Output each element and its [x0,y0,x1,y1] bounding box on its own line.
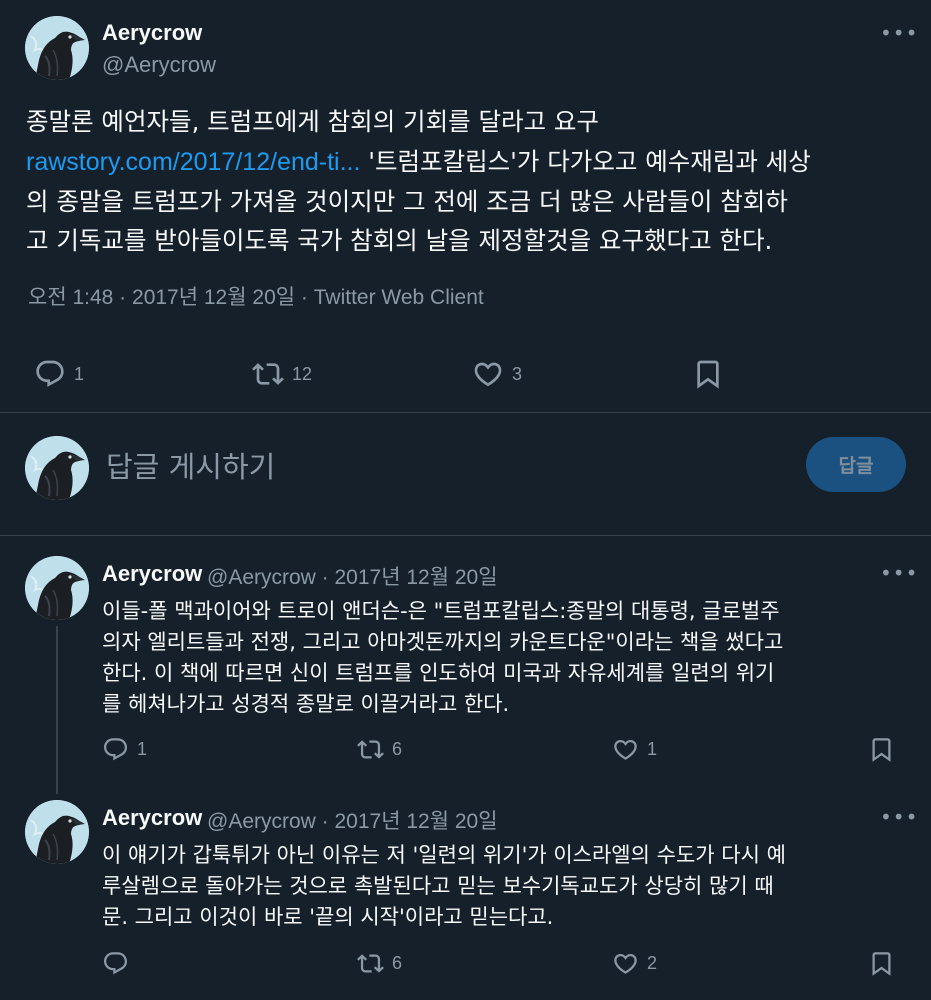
avatar[interactable] [25,800,89,864]
more-icon[interactable]: ••• [880,807,918,827]
reply-icon [102,950,129,977]
reply-icon [34,358,66,390]
reply-text-line: 한다. 이 책에 따르면 신이 트럼프를 인도하여 미국과 자유세계를 일련의 … [102,661,775,685]
bookmark-icon [868,736,895,763]
retweet-button[interactable]: 6 [357,950,402,977]
divider [0,412,931,413]
retweet-icon [252,358,284,390]
tweet-text-line: rawstory.com/2017/12/end-ti... '트럼포칼립스'가… [26,143,811,178]
divider [0,535,931,536]
reply-button[interactable]: 1 [102,736,147,763]
reply-submit-button[interactable]: 답글 [806,437,906,492]
more-icon[interactable]: ••• [880,23,918,43]
avatar[interactable] [25,436,89,500]
like-count: 2 [647,953,658,973]
retweet-count: 12 [292,363,313,384]
retweet-icon [357,736,384,763]
retweet-button[interactable]: 6 [357,736,402,763]
bookmark-button[interactable] [868,950,895,977]
reply-text-line: 이 얘기가 갑툭튀가 아닌 이유는 저 '일련의 위기'가 이스라엘의 수도가 … [102,843,786,867]
tweet-meta[interactable]: 오전 1:48 · 2017년 12월 20일 · Twitter Web Cl… [28,281,484,311]
crow-avatar-icon [25,16,89,80]
tweet-text-segment: '트럼포칼립스'가 다가오고 예수재림과 세상 [360,147,811,176]
reply-button[interactable] [102,950,137,977]
like-button[interactable]: 1 [612,736,657,763]
like-button[interactable]: 2 [612,950,657,977]
reply-count: 1 [137,739,148,759]
retweet-icon [357,950,384,977]
tweet-text-line: 고 기독교를 받아들이도록 국가 참회의 날을 제정할것을 요구했다고 한다. [26,226,773,255]
crow-avatar-icon [25,556,89,620]
author-name[interactable]: Aerycrow [102,20,202,46]
tweet-text-line: 종말론 예언자들, 트럼프에게 참회의 기회를 달라고 요구 [26,107,599,136]
reply-input[interactable]: 답글 게시하기 [106,444,275,486]
avatar[interactable] [25,556,89,620]
bookmark-button[interactable] [692,358,724,390]
bookmark-button[interactable] [868,736,895,763]
article-link[interactable]: rawstory.com/2017/12/end-ti... [26,148,360,176]
like-button[interactable]: 3 [472,358,522,390]
reply-text-line: 문. 그리고 이것이 바로 '끝의 시작'이라고 믿는다고. [102,905,554,929]
reply-count: 1 [74,363,85,384]
author-name[interactable]: Aerycrow [102,805,202,831]
handle-date[interactable]: @Aerycrow · 2017년 12월 20일 [207,561,498,591]
more-icon[interactable]: ••• [880,563,918,583]
avatar[interactable] [25,16,89,80]
author-handle[interactable]: @Aerycrow [102,52,216,78]
like-count: 3 [512,363,523,384]
reply-text-line: 의자 엘리트들과 전쟁, 그리고 아마겟돈까지의 카운트다운"이라는 책을 썼다… [102,630,784,654]
handle-date[interactable]: @Aerycrow · 2017년 12월 20일 [207,805,498,835]
author-name[interactable]: Aerycrow [102,561,202,587]
crow-avatar-icon [25,436,89,500]
bookmark-icon [868,950,895,977]
reply-button[interactable]: 1 [34,358,84,390]
heart-icon [612,736,639,763]
crow-avatar-icon [25,800,89,864]
thread-line [56,626,58,794]
reply-text-line: 루살렘으로 돌아가는 것으로 촉발된다고 믿는 보수기독교도가 상당히 많기 때 [102,874,774,898]
like-count: 1 [647,739,658,759]
reply-text-line: 를 헤쳐나가고 성경적 종말로 이끌거라고 한다. [102,692,510,716]
bookmark-icon [692,358,724,390]
retweet-count: 6 [392,739,403,759]
retweet-button[interactable]: 12 [252,358,312,390]
reply-icon [102,736,129,763]
heart-icon [472,358,504,390]
retweet-count: 6 [392,953,403,973]
tweet-text-line: 의 종말을 트럼프가 가져올 것이지만 그 전에 조금 더 많은 사람들이 참회… [26,187,788,216]
heart-icon [612,950,639,977]
reply-text-line: 이들-폴 맥과이어와 트로이 앤더슨-은 "트럼포칼립스:종말의 대통령, 글로… [102,599,780,623]
